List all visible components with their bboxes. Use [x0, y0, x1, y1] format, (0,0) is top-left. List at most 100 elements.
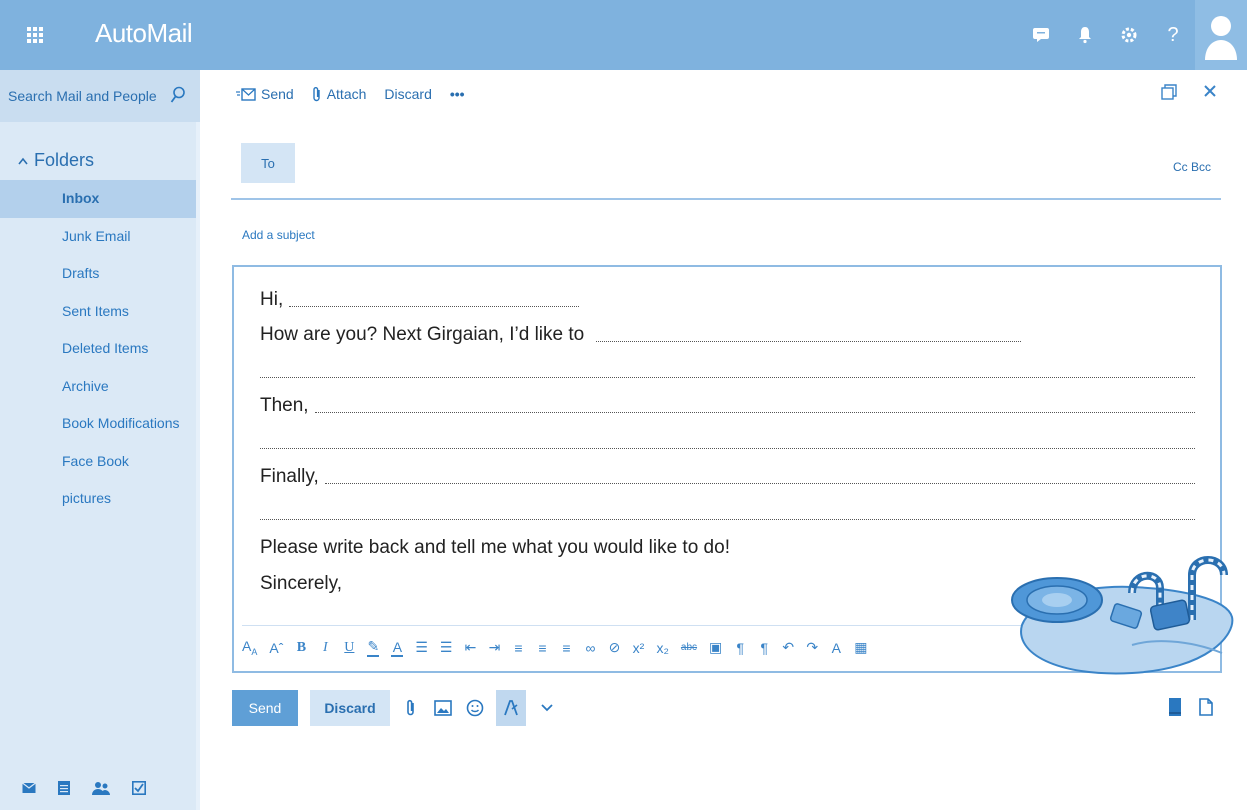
font-color-icon[interactable]: A: [391, 639, 404, 657]
align-right-icon[interactable]: ≡: [560, 640, 572, 656]
grow-font-icon[interactable]: Aˆ: [269, 640, 283, 656]
mail-icon[interactable]: [22, 782, 36, 794]
blank-line: [289, 305, 580, 307]
to-button[interactable]: To: [241, 143, 295, 183]
blank-line: [260, 447, 1195, 449]
increase-indent-icon[interactable]: ⇥: [488, 639, 501, 656]
folder-pictures[interactable]: pictures: [0, 480, 196, 518]
people-icon[interactable]: [92, 781, 110, 795]
align-center-icon[interactable]: ≡: [536, 640, 548, 656]
candy-bag-illustration: [1011, 556, 1234, 675]
discard-button[interactable]: Discard: [310, 690, 390, 726]
undo-icon[interactable]: ↶: [782, 639, 794, 656]
toolbar-send-button[interactable]: Send: [236, 86, 294, 102]
emoji-icon[interactable]: [464, 697, 486, 719]
font-size-icon[interactable]: AA: [242, 638, 257, 657]
align-left-icon[interactable]: ≡: [512, 640, 524, 656]
toolbar-more-button[interactable]: •••: [450, 86, 465, 102]
send-button[interactable]: Send: [232, 690, 298, 726]
folder-archive[interactable]: Archive: [0, 368, 196, 406]
chevron-down-icon[interactable]: [536, 697, 558, 719]
popout-icon[interactable]: [1161, 84, 1177, 100]
folder-drafts[interactable]: Drafts: [0, 255, 196, 293]
to-field-divider: [231, 198, 1221, 200]
greeting-line: Hi,: [260, 288, 284, 310]
subscript-icon[interactable]: x₂: [656, 640, 668, 656]
search-bar: [0, 70, 200, 122]
command-bar: Send Attach Discard •••: [236, 86, 465, 102]
toolbar-discard-button[interactable]: Discard: [384, 86, 431, 102]
toolbar-discard-label: Discard: [384, 86, 432, 102]
folder-junk-email[interactable]: Junk Email: [0, 218, 196, 256]
intro-line: How are you? Next Girgaian, I’d like to: [260, 324, 585, 345]
compose-actions: Send Discard: [232, 690, 558, 726]
module-switcher: [22, 781, 146, 795]
bullets-icon[interactable]: ☰: [415, 639, 428, 656]
app-title: AutoMail: [95, 18, 193, 48]
app-launcher-button[interactable]: [0, 0, 70, 70]
toolbar-attach-label: Attach: [326, 86, 367, 102]
folders-heading: Folders: [34, 150, 95, 170]
strikethrough-icon[interactable]: abc: [681, 642, 697, 653]
folder-list: Inbox Junk Email Drafts Sent Items Delet…: [0, 180, 196, 518]
redo-icon[interactable]: ↷: [806, 639, 818, 656]
highlight-icon[interactable]: ✎: [367, 638, 380, 657]
attach-icon[interactable]: [400, 697, 422, 719]
finally-line: Finally,: [260, 466, 319, 487]
italic-icon[interactable]: I: [319, 640, 331, 656]
formatting-toolbar: AA Aˆ B I U ✎ A ☰ ☰ ⇤ ⇥ ≡ ≡ ≡ ∞ ⊘ x² x₂ …: [242, 625, 1062, 661]
waffle-icon: [27, 27, 43, 43]
blank-line: [324, 483, 1195, 484]
compose-extra-actions: [1169, 698, 1213, 716]
ltr-icon[interactable]: ¶: [734, 640, 746, 656]
blank-line: [260, 518, 1195, 520]
top-bar: AutoMail ?: [0, 0, 1247, 70]
search-input[interactable]: [8, 88, 163, 104]
closing-line: Please write back and tell me what you w…: [260, 537, 730, 558]
toolbar-attach-button[interactable]: Attach: [312, 86, 367, 102]
link-icon[interactable]: ∞: [584, 640, 596, 656]
clear-format-icon[interactable]: A: [830, 640, 842, 656]
numbering-icon[interactable]: ☰: [440, 639, 453, 656]
folders-toggle[interactable]: Folders: [18, 150, 94, 171]
rtl-icon[interactable]: ¶: [758, 640, 770, 656]
image-icon[interactable]: ▣: [709, 639, 722, 656]
unlink-icon[interactable]: ⊘: [608, 639, 621, 656]
blank-line: [260, 376, 1195, 378]
cc-bcc-toggle[interactable]: Cc Bcc: [1173, 160, 1211, 174]
close-icon[interactable]: [1203, 84, 1217, 98]
folder-deleted-items[interactable]: Deleted Items: [0, 330, 196, 368]
formatting-toggle-icon[interactable]: [496, 690, 526, 726]
send-mail-icon: [236, 87, 256, 101]
save-draft-icon[interactable]: [1169, 698, 1181, 716]
gear-icon[interactable]: [1107, 0, 1151, 70]
superscript-icon[interactable]: x²: [632, 640, 645, 656]
then-line: Then,: [260, 395, 309, 416]
signoff-line: Sincerely,: [260, 572, 343, 594]
table-icon[interactable]: ▦: [854, 639, 867, 656]
insert-picture-icon[interactable]: [432, 697, 454, 719]
folder-sent-items[interactable]: Sent Items: [0, 293, 196, 331]
more-icon: •••: [449, 86, 465, 102]
paperclip-icon: [313, 87, 320, 102]
chat-icon[interactable]: [1019, 0, 1063, 70]
folder-inbox[interactable]: Inbox: [0, 180, 196, 218]
bell-icon[interactable]: [1063, 0, 1107, 70]
document-icon[interactable]: [1199, 698, 1213, 716]
subject-field[interactable]: Add a subject: [242, 228, 315, 242]
blank-line: [314, 412, 1195, 413]
blank-line: [596, 341, 1022, 342]
folder-face-book[interactable]: Face Book: [0, 443, 196, 481]
toolbar-send-label: Send: [261, 86, 294, 102]
bold-icon[interactable]: B: [295, 640, 307, 656]
tasks-icon[interactable]: [132, 781, 146, 795]
chevron-up-icon: [18, 157, 28, 164]
folder-book-modifications[interactable]: Book Modifications: [0, 405, 196, 443]
avatar[interactable]: [1195, 0, 1247, 70]
window-controls: [1161, 84, 1217, 100]
decrease-indent-icon[interactable]: ⇤: [464, 639, 477, 656]
calendar-icon[interactable]: [58, 781, 70, 795]
search-icon[interactable]: [170, 86, 186, 104]
help-icon[interactable]: ?: [1151, 0, 1195, 70]
underline-icon[interactable]: U: [343, 640, 355, 656]
